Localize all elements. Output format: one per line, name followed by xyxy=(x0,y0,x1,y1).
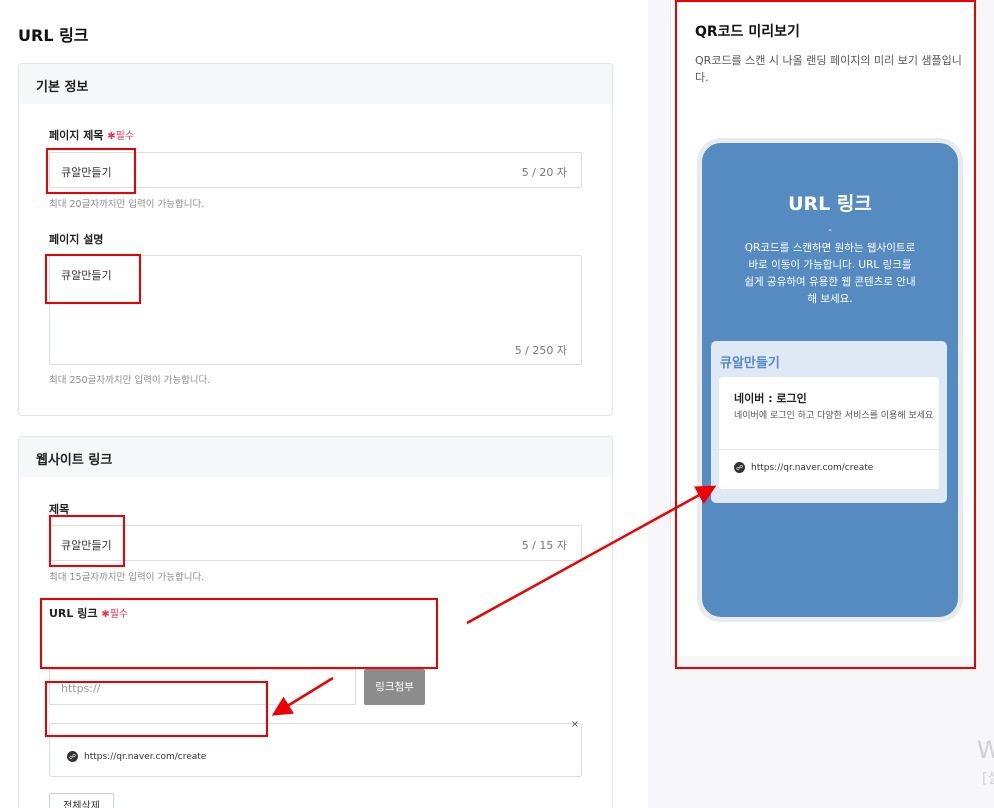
attach-link-button[interactable]: 링크첨부 xyxy=(364,669,425,705)
phone-description: QR코드를 스캔하면 원하는 웹사이트로 바로 이동이 가능합니다. URL 링… xyxy=(744,242,916,305)
page-title: URL 링크 xyxy=(18,26,89,45)
page-desc-textarea[interactable]: 큐알만들기 5 / 250 자 xyxy=(49,255,582,365)
page-title-input[interactable]: 큐알만들기 5 / 20 자 xyxy=(49,152,582,188)
page-title-hint: 최대 20글자까지만 입력이 가능합니다. xyxy=(49,199,205,210)
delete-all-button[interactable]: 전체삭제 xyxy=(49,793,114,808)
required-badge: ✱필수 xyxy=(101,609,129,620)
page-desc-label: 페이지 설명 xyxy=(49,233,104,246)
link-title-hint: 최대 15글자까지만 입력이 가능합니다. xyxy=(49,572,205,583)
page-title-label: 페이지 제목 ✱필수 xyxy=(49,129,135,142)
watermark-text: W xyxy=(977,736,994,764)
link-icon: ☍ xyxy=(734,462,745,473)
website-link-card: 웹사이트 링크 제목 큐알만들기 5 / 15 자 최대 15글자까지만 입력이… xyxy=(18,436,613,808)
required-badge: ✱필수 xyxy=(107,131,135,142)
phone-dash: - xyxy=(828,225,832,236)
basic-info-header: 기본 정보 xyxy=(19,64,612,104)
basic-info-card: 기본 정보 페이지 제목 ✱필수 큐알만들기 5 / 20 자 최대 20글자까… xyxy=(18,63,613,416)
phone-preview: URL 링크 - QR코드를 스캔하면 원하는 웹사이트로 바로 이동이 가능합… xyxy=(697,138,963,622)
phone-link-card[interactable]: 네이버 : 로그인 네이버에 로그인 하고 다양한 서비스를 이용해 보세요 ☍… xyxy=(719,377,939,489)
phone-title: URL 링크 xyxy=(788,193,872,215)
phone-link-url: https://qr.naver.com/create xyxy=(751,462,874,473)
preview-title: QR코드 미리보기 xyxy=(695,24,800,40)
page-title-counter: 5 / 20 자 xyxy=(521,166,567,179)
phone-link-url-row: ☍ https://qr.naver.com/create xyxy=(734,462,873,473)
watermark-subtext: [설 xyxy=(982,771,994,787)
divider xyxy=(719,449,939,450)
link-title-label: 제목 xyxy=(49,503,70,516)
preview-panel: QR코드 미리보기 QR코드를 스캔 시 나올 랜딩 페이지의 미리 보기 샘플… xyxy=(670,0,976,656)
attached-link-url: https://qr.naver.com/create xyxy=(84,751,207,762)
phone-link-section-title: 큐알만들기 xyxy=(720,356,780,371)
link-icon: ☍ xyxy=(67,751,78,762)
page-desc-hint: 최대 250글자까지만 입력이 가능합니다. xyxy=(49,375,211,386)
phone-link-section: 큐알만들기 네이버 : 로그인 네이버에 로그인 하고 다양한 서비스를 이용해… xyxy=(711,341,947,503)
link-title-counter: 5 / 15 자 xyxy=(521,539,567,552)
phone-link-desc: 네이버에 로그인 하고 다양한 서비스를 이용해 보세요 xyxy=(734,411,934,421)
link-title-input[interactable]: 큐알만들기 5 / 15 자 xyxy=(49,525,582,561)
attached-link-box: × ☍ https://qr.naver.com/create xyxy=(49,719,582,777)
website-link-header: 웹사이트 링크 xyxy=(19,437,612,477)
phone-link-title: 네이버 : 로그인 xyxy=(734,392,807,405)
close-icon[interactable]: × xyxy=(571,719,579,730)
page-desc-counter: 5 / 250 자 xyxy=(514,344,567,357)
url-input[interactable]: https:// xyxy=(49,669,356,705)
attached-link-row[interactable]: ☍ https://qr.naver.com/create xyxy=(67,751,206,762)
preview-description: QR코드를 스캔 시 나올 랜딩 페이지의 미리 보기 샘플입니다. xyxy=(695,54,962,84)
url-link-label: URL 링크 ✱필수 xyxy=(49,607,129,620)
